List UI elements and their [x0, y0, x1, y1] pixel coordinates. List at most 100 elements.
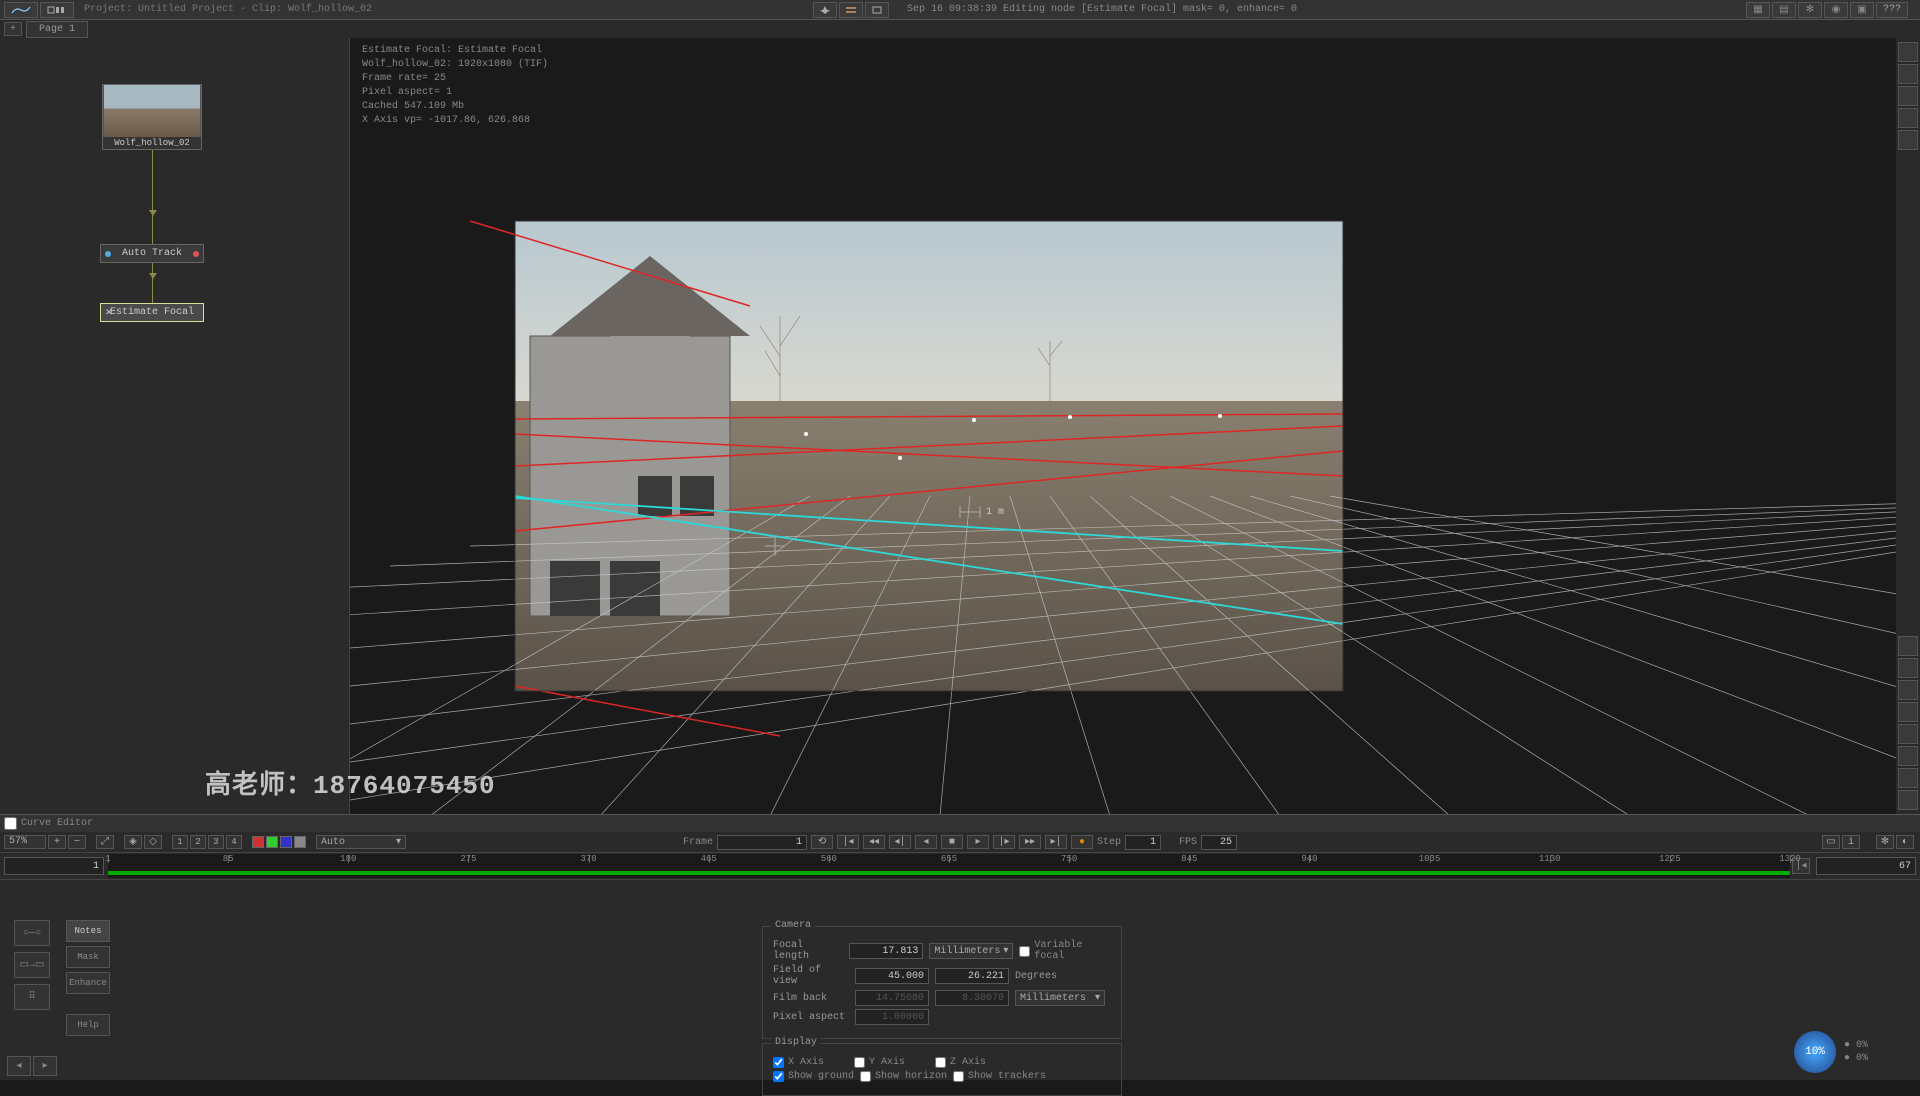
- first-frame-icon[interactable]: |◂: [837, 835, 859, 849]
- fps-input[interactable]: [1201, 835, 1237, 850]
- play-back-icon[interactable]: ◂: [915, 835, 937, 849]
- tool-icon-3[interactable]: [865, 2, 889, 18]
- tool-node-icon[interactable]: ○—○: [14, 920, 50, 946]
- focal-unit-select[interactable]: Millimeters▾: [929, 943, 1013, 959]
- color-grey-swatch[interactable]: [294, 836, 306, 848]
- curve-editor-checkbox[interactable]: [4, 817, 17, 830]
- page-tab-1[interactable]: Page 1: [26, 21, 88, 38]
- viewport[interactable]: Estimate Focal: Estimate Focal Wolf_holl…: [350, 38, 1896, 814]
- zoom-in-icon[interactable]: +: [48, 835, 66, 849]
- layer-1-button[interactable]: 1: [172, 835, 188, 849]
- yaxis-checkbox[interactable]: [854, 1057, 865, 1068]
- tab-mask[interactable]: Mask: [66, 946, 110, 968]
- color-red-swatch[interactable]: [252, 836, 264, 848]
- tool-icon-2[interactable]: [839, 2, 863, 18]
- zaxis-checkbox[interactable]: [935, 1057, 946, 1068]
- layer-2-button[interactable]: 2: [190, 835, 206, 849]
- show-horizon-check[interactable]: Show horizon: [860, 1071, 947, 1082]
- rt-view-icon[interactable]: [1898, 702, 1918, 722]
- rt-view-icon[interactable]: [1898, 790, 1918, 810]
- rt-tool-icon[interactable]: [1898, 108, 1918, 128]
- filmback-unit-select[interactable]: Millimeters▾: [1015, 990, 1105, 1006]
- rt-view-icon[interactable]: [1898, 768, 1918, 788]
- scope-icon[interactable]: ◈: [124, 835, 142, 849]
- rt-view-icon[interactable]: [1898, 636, 1918, 656]
- play-icon[interactable]: ▸: [967, 835, 989, 849]
- stop-icon[interactable]: ■: [941, 835, 963, 849]
- scope-icon-2[interactable]: ◇: [144, 835, 162, 849]
- fit-icon[interactable]: ⤢: [96, 835, 114, 849]
- undo-icon[interactable]: ◂: [7, 1056, 31, 1076]
- variable-focal-checkbox[interactable]: [1019, 946, 1030, 957]
- layer-4-button[interactable]: 4: [226, 835, 242, 849]
- settings-icon[interactable]: ✻: [1798, 2, 1822, 18]
- node-graph[interactable]: Wolf_hollow_02 Auto Track Estimate Focal: [0, 38, 350, 814]
- tl-option-icon[interactable]: ◐: [1896, 835, 1914, 849]
- color-green-swatch[interactable]: [266, 836, 278, 848]
- filmback-h-input[interactable]: [935, 990, 1009, 1006]
- step-input[interactable]: [1125, 835, 1161, 850]
- color-blue-swatch[interactable]: [280, 836, 292, 848]
- record-icon[interactable]: ●: [1071, 835, 1093, 849]
- next-frame-icon[interactable]: |▸: [993, 835, 1015, 849]
- show-trackers-checkbox[interactable]: [953, 1071, 964, 1082]
- variable-focal-check[interactable]: Variable focal: [1019, 940, 1111, 962]
- prev-frame-icon[interactable]: ◂|: [889, 835, 911, 849]
- tab-help[interactable]: Help: [66, 1014, 110, 1036]
- fov-h-input[interactable]: [855, 968, 929, 984]
- yaxis-check[interactable]: Y Axis: [854, 1057, 905, 1068]
- ruler-track[interactable]: 1851802753704655606557508459401035113012…: [108, 854, 1790, 878]
- tab-notes[interactable]: Notes: [66, 920, 110, 942]
- rt-tool-icon[interactable]: [1898, 64, 1918, 84]
- show-ground-check[interactable]: Show ground: [773, 1071, 854, 1082]
- add-page-button[interactable]: +: [4, 22, 22, 36]
- end-frame-input[interactable]: [1816, 857, 1916, 875]
- ruler-tick-label: 1320: [1779, 854, 1801, 864]
- rt-expand-icon[interactable]: [1898, 42, 1918, 62]
- rt-view-icon[interactable]: [1898, 680, 1918, 700]
- estimate-focal-node[interactable]: Estimate Focal: [100, 303, 204, 322]
- filmback-w-input[interactable]: [855, 990, 929, 1006]
- layout-icon-1[interactable]: ▦: [1746, 2, 1770, 18]
- zoom-select[interactable]: 57%: [4, 835, 46, 849]
- rt-view-icon[interactable]: [1898, 746, 1918, 766]
- rt-view-icon[interactable]: [1898, 724, 1918, 744]
- tool-link-icon[interactable]: ▭→▭: [14, 952, 50, 978]
- clip-node[interactable]: Wolf_hollow_02: [102, 84, 202, 150]
- redo-icon[interactable]: ▸: [33, 1056, 57, 1076]
- zoom-out-icon[interactable]: −: [68, 835, 86, 849]
- rt-view-icon[interactable]: [1898, 658, 1918, 678]
- loop-icon[interactable]: ⟲: [811, 835, 833, 849]
- help-button[interactable]: ???: [1876, 2, 1908, 18]
- tool-icon-1[interactable]: [813, 2, 837, 18]
- pixel-aspect-input[interactable]: [855, 1009, 929, 1025]
- zaxis-check[interactable]: Z Axis: [935, 1057, 986, 1068]
- tl-option-icon[interactable]: ✻: [1876, 835, 1894, 849]
- app-logo-icon[interactable]: [4, 2, 38, 18]
- camera-icon[interactable]: ▣: [1850, 2, 1874, 18]
- tl-option-icon[interactable]: ▭: [1822, 835, 1840, 849]
- current-frame-input[interactable]: [4, 857, 104, 875]
- fov-v-input[interactable]: [935, 968, 1009, 984]
- prev-key-icon[interactable]: ◂◂: [863, 835, 885, 849]
- next-key-icon[interactable]: ▸▸: [1019, 835, 1041, 849]
- last-frame-icon[interactable]: ▸|: [1045, 835, 1067, 849]
- focal-length-input[interactable]: [849, 943, 923, 959]
- show-horizon-checkbox[interactable]: [860, 1071, 871, 1082]
- mode-dropdown[interactable]: Auto▾: [316, 835, 406, 849]
- tab-enhance[interactable]: Enhance: [66, 972, 110, 994]
- rt-tool-icon[interactable]: [1898, 86, 1918, 106]
- xaxis-check[interactable]: X Axis: [773, 1057, 824, 1068]
- layout-icon-2[interactable]: ▤: [1772, 2, 1796, 18]
- show-trackers-check[interactable]: Show trackers: [953, 1071, 1046, 1082]
- tool-matrix-icon[interactable]: ⠿: [14, 984, 50, 1010]
- frame-input[interactable]: [717, 835, 807, 850]
- globe-icon[interactable]: ◉: [1824, 2, 1848, 18]
- rt-lock-icon[interactable]: [1898, 130, 1918, 150]
- tl-option-icon[interactable]: i: [1842, 835, 1860, 849]
- xaxis-checkbox[interactable]: [773, 1057, 784, 1068]
- layer-3-button[interactable]: 3: [208, 835, 224, 849]
- autotrack-node[interactable]: Auto Track: [100, 244, 204, 263]
- view-mode-icon[interactable]: [40, 2, 74, 18]
- show-ground-checkbox[interactable]: [773, 1071, 784, 1082]
